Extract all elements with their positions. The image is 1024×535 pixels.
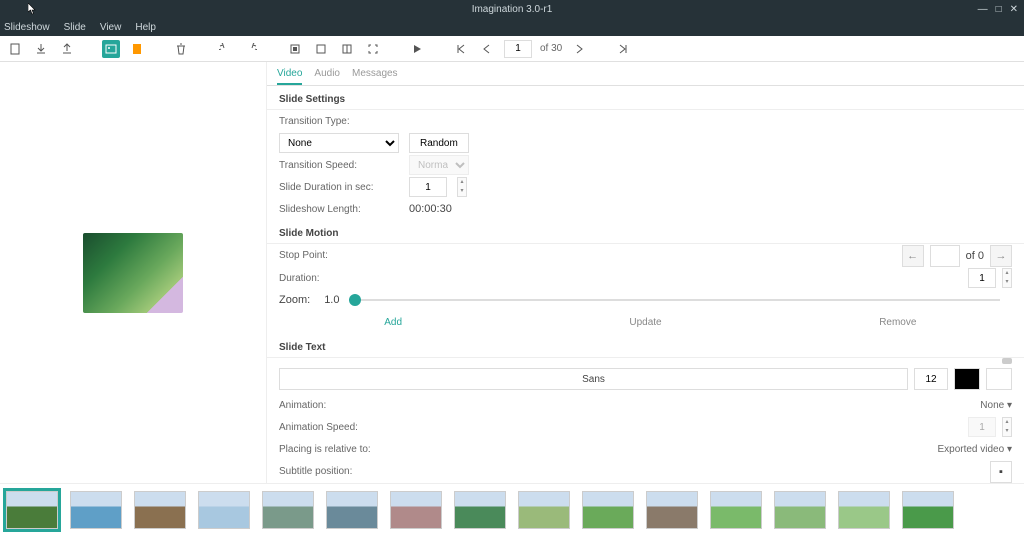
page-input[interactable] — [504, 40, 532, 58]
stop-point-value — [930, 245, 960, 267]
grid3-icon[interactable] — [338, 40, 356, 58]
menu-view[interactable]: View — [100, 22, 122, 33]
preview-pane — [0, 62, 266, 483]
add-image-icon[interactable] — [102, 40, 120, 58]
app-title: Imagination 3.0-r1 — [472, 4, 553, 15]
animation-speed-spinner[interactable]: ▴▾ — [1002, 417, 1012, 437]
motion-update-button[interactable]: Update — [519, 311, 771, 334]
menu-slide[interactable]: Slide — [64, 22, 86, 33]
transition-type-label: Transition Type: — [279, 116, 399, 127]
placing-value[interactable]: Exported video ▾ — [937, 444, 1012, 455]
slide-text-header: Slide Text — [267, 334, 1024, 358]
next-icon[interactable] — [570, 40, 588, 58]
stop-point-label: Stop Point: — [279, 250, 399, 261]
stop-point-of: of 0 — [966, 250, 984, 262]
properties-panel: Video Audio Messages Slide Settings Tran… — [266, 62, 1024, 483]
subtitle-position-button[interactable]: ▪ — [990, 461, 1012, 483]
menubar: Slideshow Slide View Help — [0, 18, 1024, 36]
tab-messages[interactable]: Messages — [352, 68, 398, 85]
cursor-icon — [28, 3, 38, 15]
minimize-button[interactable]: — — [978, 4, 988, 15]
save-icon[interactable] — [58, 40, 76, 58]
motion-add-button[interactable]: Add — [267, 311, 519, 334]
transition-type-select[interactable]: None — [279, 133, 399, 153]
zoom-label: Zoom: — [279, 294, 310, 306]
preview-image — [83, 233, 183, 313]
motion-duration-spinner[interactable]: ▴▾ — [1002, 268, 1012, 288]
thumbnail-2[interactable] — [70, 491, 122, 529]
menu-help[interactable]: Help — [135, 22, 156, 33]
bg-color-box[interactable] — [986, 368, 1012, 390]
thumbnail-12[interactable] — [710, 491, 762, 529]
animation-speed-input[interactable] — [968, 417, 996, 437]
thumbnail-9[interactable] — [518, 491, 570, 529]
open-icon[interactable] — [32, 40, 50, 58]
undo-icon[interactable] — [216, 40, 234, 58]
animation-label: Animation: — [279, 400, 399, 411]
play-icon[interactable] — [408, 40, 426, 58]
slideshow-length-label: Slideshow Length: — [279, 204, 399, 215]
animation-value[interactable]: None ▾ — [980, 400, 1012, 411]
menu-slideshow[interactable]: Slideshow — [4, 22, 50, 33]
thumbnail-8[interactable] — [454, 491, 506, 529]
prev-icon[interactable] — [478, 40, 496, 58]
slide-settings-header: Slide Settings — [267, 86, 1024, 110]
stop-next-button[interactable]: → — [990, 245, 1012, 267]
grid2-icon[interactable] — [312, 40, 330, 58]
tab-video[interactable]: Video — [277, 68, 302, 85]
animation-speed-label: Animation Speed: — [279, 422, 399, 433]
thumbnail-11[interactable] — [646, 491, 698, 529]
thumbnail-15[interactable] — [902, 491, 954, 529]
zoom-value: 1.0 — [324, 294, 339, 306]
motion-duration-input[interactable] — [968, 268, 996, 288]
placing-label: Placing is relative to: — [279, 444, 419, 455]
last-icon[interactable] — [614, 40, 632, 58]
thumbnail-3[interactable] — [134, 491, 186, 529]
delete-icon[interactable] — [172, 40, 190, 58]
thumbnail-13[interactable] — [774, 491, 826, 529]
first-icon[interactable] — [452, 40, 470, 58]
slide-motion-header: Slide Motion — [267, 220, 1024, 244]
random-button[interactable]: Random — [409, 133, 469, 153]
thumbnail-14[interactable] — [838, 491, 890, 529]
toolbar: of 30 — [0, 36, 1024, 62]
transition-speed-select[interactable]: Normal — [409, 155, 469, 175]
slide-duration-input[interactable] — [409, 177, 447, 197]
new-icon[interactable] — [6, 40, 24, 58]
subtitle-position-label: Subtitle position: — [279, 466, 399, 477]
thumbnail-1[interactable] — [6, 491, 58, 529]
redo-icon[interactable] — [242, 40, 260, 58]
slide-duration-label: Slide Duration in sec: — [279, 182, 399, 193]
grid1-icon[interactable] — [286, 40, 304, 58]
thumbnail-4[interactable] — [198, 491, 250, 529]
thumbnail-7[interactable] — [390, 491, 442, 529]
maximize-button[interactable]: □ — [996, 4, 1002, 15]
add-text-icon[interactable] — [128, 40, 146, 58]
tab-audio[interactable]: Audio — [314, 68, 340, 85]
motion-remove-button[interactable]: Remove — [772, 311, 1024, 334]
thumbnail-10[interactable] — [582, 491, 634, 529]
titlebar: Imagination 3.0-r1 — □ ✕ — [0, 0, 1024, 18]
zoom-slider[interactable] — [349, 299, 1000, 301]
thumbnail-6[interactable] — [326, 491, 378, 529]
thumbnail-strip — [0, 483, 1024, 535]
duration-spinner[interactable]: ▴▾ — [457, 177, 467, 197]
close-button[interactable]: ✕ — [1010, 4, 1018, 15]
font-select[interactable]: Sans — [279, 368, 908, 390]
slideshow-length-value: 00:00:30 — [409, 203, 452, 215]
thumbnail-5[interactable] — [262, 491, 314, 529]
fullscreen-icon[interactable] — [364, 40, 382, 58]
font-size-input[interactable] — [914, 368, 948, 390]
text-color-box[interactable] — [954, 368, 980, 390]
stop-prev-button[interactable]: ← — [902, 245, 924, 267]
page-total: of 30 — [540, 43, 562, 54]
motion-duration-label: Duration: — [279, 273, 399, 284]
transition-speed-label: Transition Speed: — [279, 160, 399, 171]
